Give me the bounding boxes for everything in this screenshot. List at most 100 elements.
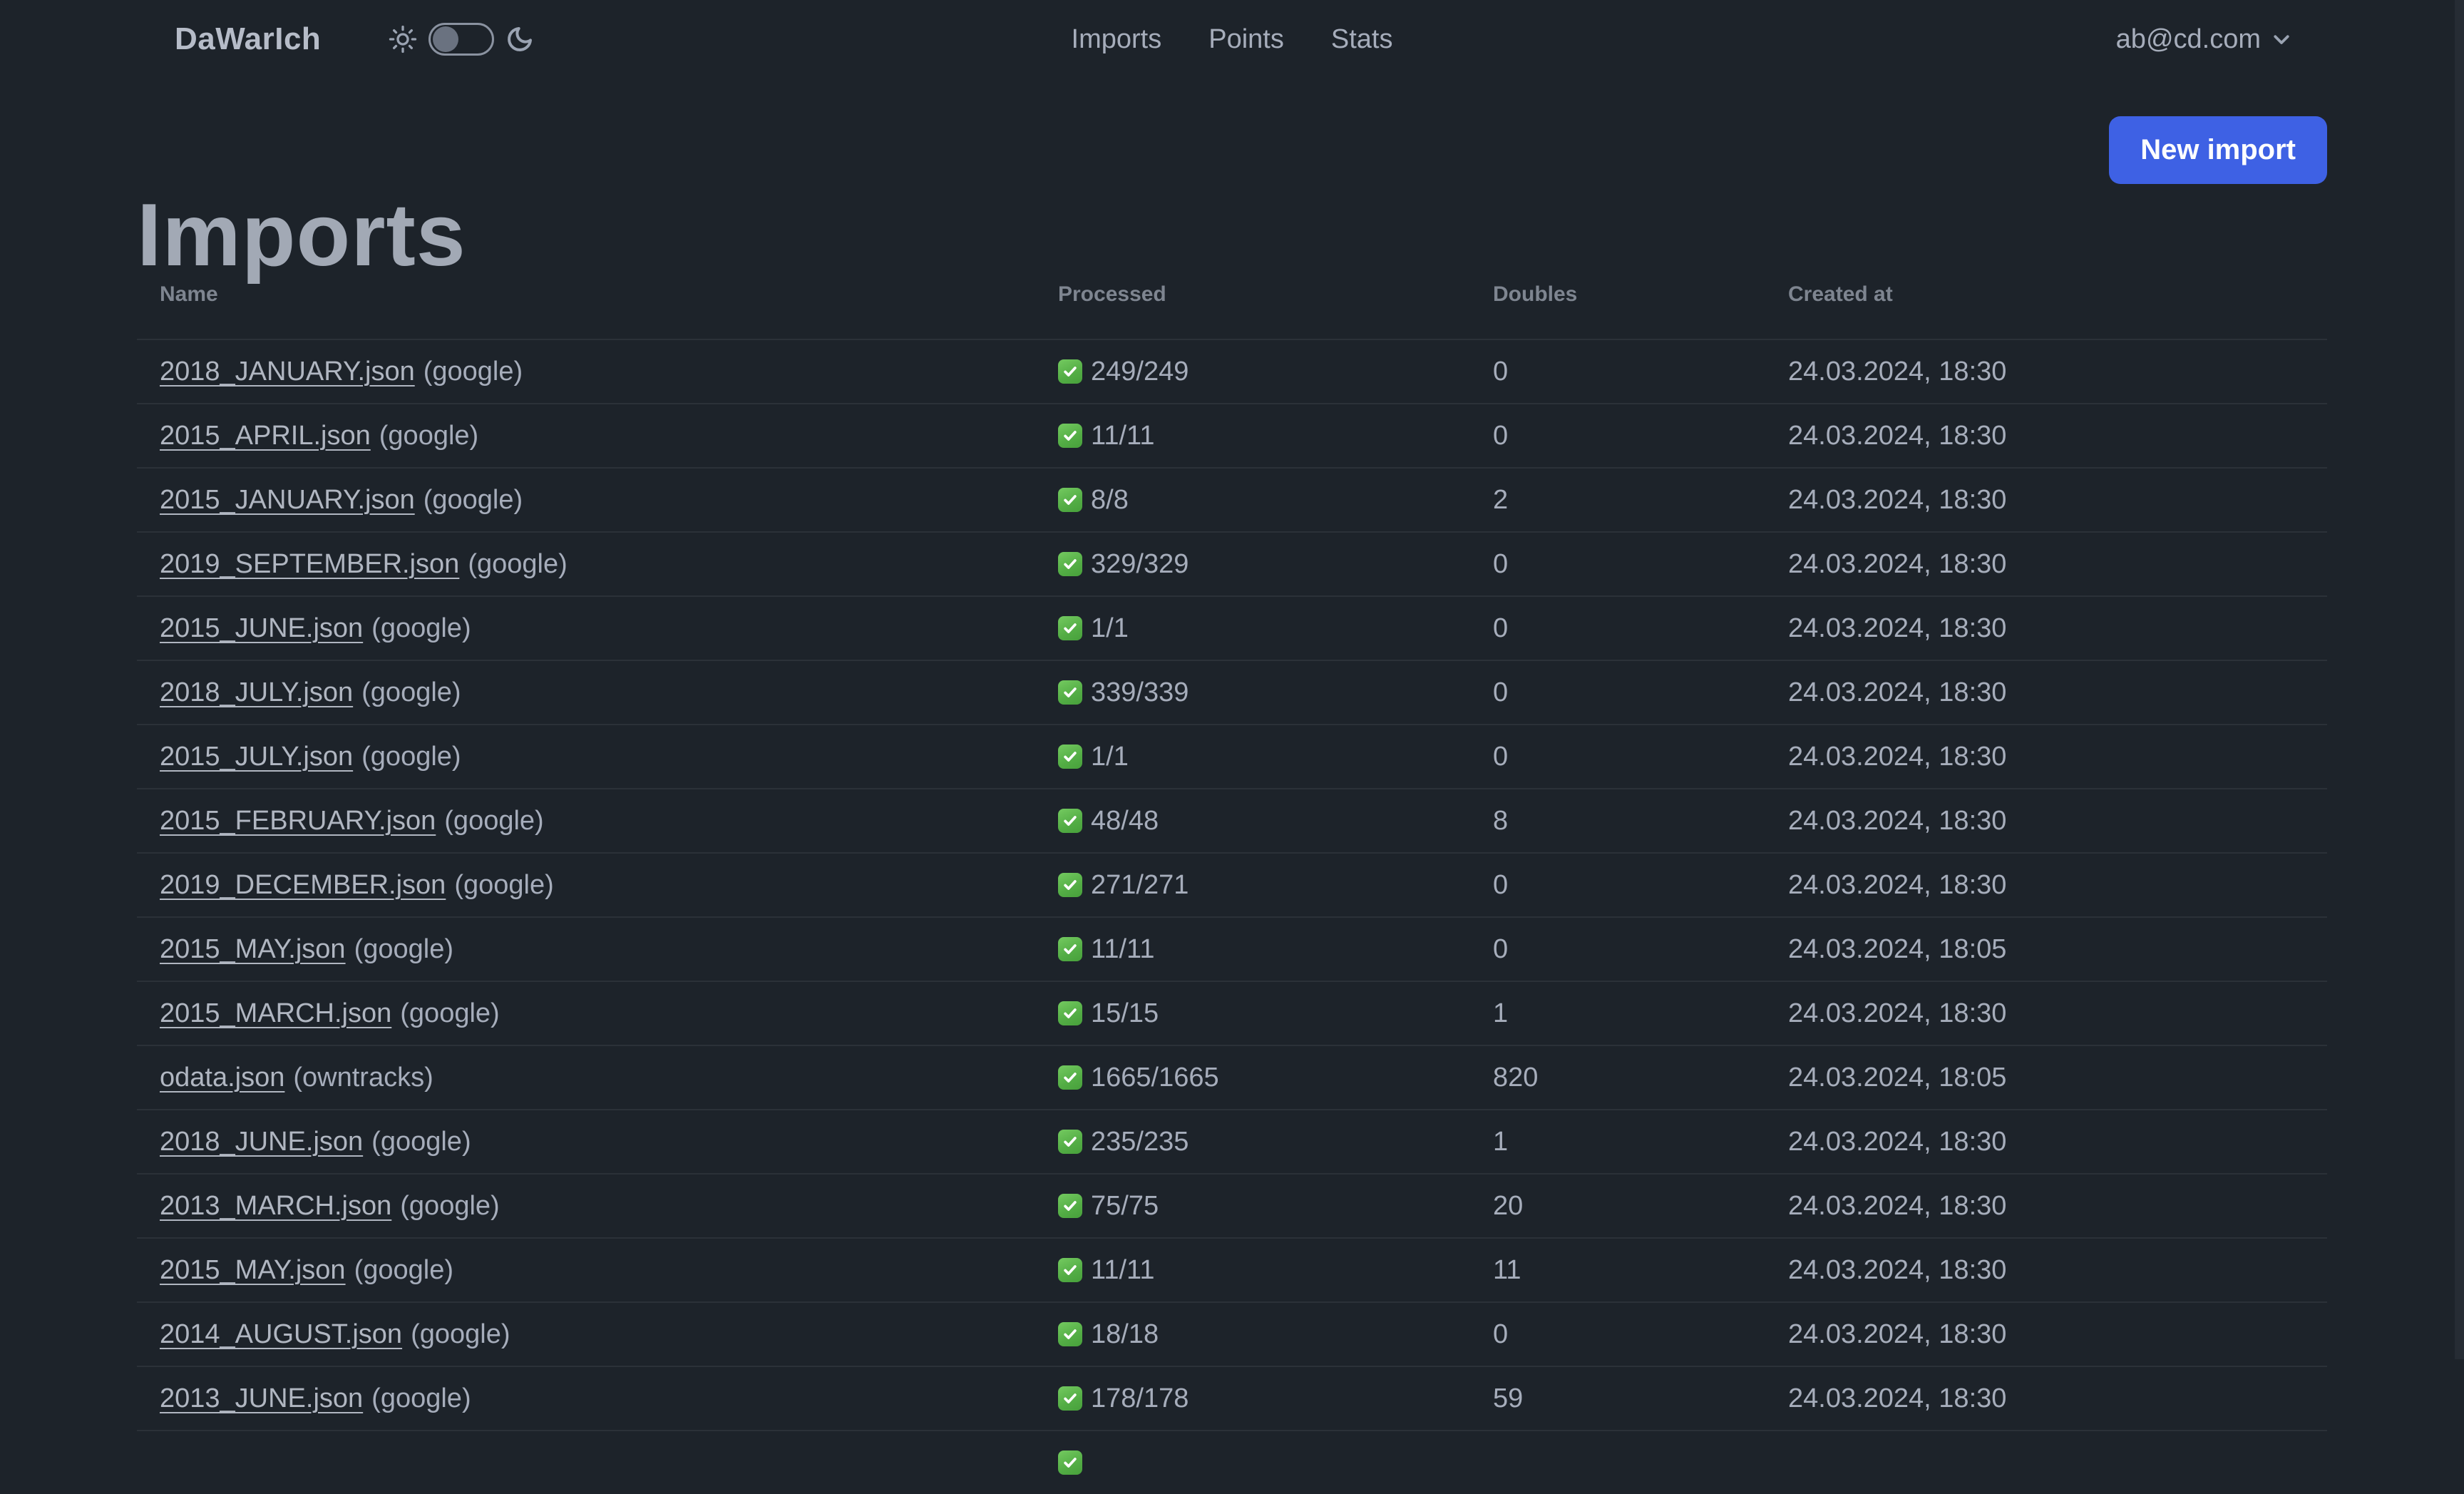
file-source: (google)	[423, 484, 523, 515]
created-at-cell: 24.03.2024, 18:30	[1788, 998, 2007, 1028]
doubles-cell: 1	[1493, 998, 1509, 1028]
file-cell: 2019_SEPTEMBER.json (google)	[160, 533, 1035, 595]
page-header: Imports New import	[137, 78, 2327, 280]
file-link[interactable]: 2015_MAY.json	[160, 1255, 346, 1286]
file-cell: 2015_MARCH.json (google)	[160, 982, 1035, 1045]
created-at-cell: 24.03.2024, 18:30	[1788, 1254, 2007, 1285]
processed-cell: 8/8	[1058, 469, 1470, 531]
file-link[interactable]: 2015_JUNE.json	[160, 613, 363, 644]
created-at-cell: 24.03.2024, 18:05	[1788, 1062, 2007, 1093]
file-source: (owntracks)	[293, 1062, 433, 1093]
processed-cell: 271/271	[1058, 854, 1470, 916]
file-link[interactable]: 2015_APRIL.json	[160, 421, 371, 451]
file-link[interactable]: 2015_MARCH.json	[160, 998, 391, 1029]
created-at-cell: 24.03.2024, 18:30	[1788, 677, 2007, 707]
processed-count: 48/48	[1091, 805, 1159, 836]
table-row: 2018_JANUARY.json (google) 249/249 0 24.03.2…	[137, 339, 2327, 403]
file-cell: 2018_JUNE.json (google)	[160, 1110, 1035, 1173]
table-row: 2015_FEBRUARY.json (google) 48/48 8 24.03.20…	[137, 788, 2327, 852]
check-icon	[1058, 873, 1082, 897]
file-cell: 2015_MAY.json (google)	[160, 1239, 1035, 1301]
file-link[interactable]: 2019_SEPTEMBER.json	[160, 549, 459, 580]
file-link[interactable]: 2018_JUNE.json	[160, 1127, 363, 1157]
file-link[interactable]: 2015_JANUARY.json	[160, 485, 415, 516]
file-link[interactable]: 2018_JANUARY.json	[160, 357, 415, 387]
file-source: (google)	[411, 1319, 510, 1349]
file-link[interactable]: 2015_JULY.json	[160, 742, 353, 772]
file-link[interactable]: 2018_JULY.json	[160, 677, 353, 708]
table-row: 2019_SEPTEMBER.json (google) 329/329 0 24.03…	[137, 531, 2327, 595]
created-at-cell: 24.03.2024, 18:30	[1788, 1319, 2007, 1349]
created-at-cell: 24.03.2024, 18:30	[1788, 741, 2007, 772]
scrollbar[interactable]	[2455, 0, 2464, 1359]
file-cell: 2014_AUGUST.json (google)	[160, 1303, 1035, 1366]
theme-toggle-knob	[433, 26, 458, 52]
processed-count: 271/271	[1091, 869, 1189, 900]
processed-count: 11/11	[1091, 1254, 1155, 1285]
file-link[interactable]: 2015_MAY.json	[160, 934, 346, 965]
created-at-cell: 24.03.2024, 18:30	[1788, 1126, 2007, 1157]
sun-icon	[389, 25, 417, 53]
file-cell: 2015_JANUARY.json (google)	[160, 469, 1035, 531]
file-link[interactable]: 2013_JUNE.json	[160, 1383, 363, 1414]
brand-logo[interactable]: DaWarIch	[175, 0, 321, 78]
check-icon	[1058, 488, 1082, 512]
new-import-button[interactable]: New import	[2109, 116, 2327, 184]
doubles-cell: 0	[1493, 548, 1509, 579]
processed-cell: 1/1	[1058, 725, 1470, 788]
file-cell: odata.json (owntracks)	[160, 1046, 1035, 1109]
doubles-cell: 0	[1493, 420, 1509, 451]
check-icon	[1058, 1258, 1082, 1282]
file-source: (google)	[371, 1126, 471, 1157]
check-icon	[1058, 1001, 1082, 1025]
check-icon	[1058, 937, 1082, 961]
doubles-cell: 1	[1493, 1126, 1509, 1157]
nav-item-imports[interactable]: Imports	[1072, 24, 1162, 55]
doubles-cell: 0	[1493, 677, 1509, 707]
processed-count: 339/339	[1091, 677, 1189, 707]
table-row: 2018_JULY.json (google) 339/339 0 24.03.2024…	[137, 660, 2327, 724]
user-menu[interactable]: ab@cd.com	[2116, 0, 2292, 78]
column-header-created-at: Created at	[1788, 282, 1893, 306]
processed-count: 1/1	[1091, 741, 1129, 772]
file-link[interactable]: 2013_MARCH.json	[160, 1191, 391, 1222]
table-row: odata.json (owntracks) 1665/1665 820 24.03.2…	[137, 1045, 2327, 1109]
file-link[interactable]: 2015_FEBRUARY.json	[160, 806, 436, 836]
main-nav: Imports Points Stats	[1072, 0, 1393, 78]
file-link[interactable]: odata.json	[160, 1063, 284, 1093]
check-icon	[1058, 809, 1082, 833]
theme-toggle[interactable]	[428, 23, 494, 56]
created-at-cell: 24.03.2024, 18:30	[1788, 613, 2007, 643]
processed-cell: 1/1	[1058, 597, 1470, 660]
created-at-cell: 24.03.2024, 18:30	[1788, 420, 2007, 451]
file-cell: 2013_JUNE.json (google)	[160, 1367, 1035, 1430]
table-row: 2015_JULY.json (google) 1/1 0 24.03.2024, 18…	[137, 724, 2327, 788]
file-cell: 2015_MAY.json (google)	[160, 918, 1035, 981]
doubles-cell: 0	[1493, 1319, 1509, 1349]
file-cell: 2019_DECEMBER.json (google)	[160, 854, 1035, 916]
processed-cell: 11/11	[1058, 918, 1470, 981]
processed-cell: 48/48	[1058, 789, 1470, 852]
file-source: (google)	[361, 677, 461, 707]
check-icon	[1058, 745, 1082, 769]
processed-cell: 1665/1665	[1058, 1046, 1470, 1109]
processed-count: 178/178	[1091, 1383, 1189, 1413]
doubles-cell: 0	[1493, 869, 1509, 900]
created-at-cell: 24.03.2024, 18:30	[1788, 356, 2007, 387]
column-header-processed: Processed	[1058, 282, 1166, 306]
processed-cell: 18/18	[1058, 1303, 1470, 1366]
file-source: (google)	[354, 1254, 453, 1285]
file-source: (google)	[400, 1190, 500, 1221]
file-source: (google)	[354, 933, 453, 964]
nav-item-points[interactable]: Points	[1208, 24, 1284, 55]
check-icon	[1058, 1322, 1082, 1346]
file-link[interactable]: 2019_DECEMBER.json	[160, 870, 446, 901]
file-cell: 2018_JULY.json (google)	[160, 661, 1035, 724]
created-at-cell: 24.03.2024, 18:30	[1788, 1383, 2007, 1413]
doubles-cell: 0	[1493, 933, 1509, 964]
file-source: (google)	[400, 998, 500, 1028]
file-link[interactable]: 2014_AUGUST.json	[160, 1319, 402, 1350]
check-icon	[1058, 1450, 1082, 1475]
file-cell: 2013_MARCH.json (google)	[160, 1175, 1035, 1237]
nav-item-stats[interactable]: Stats	[1331, 24, 1393, 55]
